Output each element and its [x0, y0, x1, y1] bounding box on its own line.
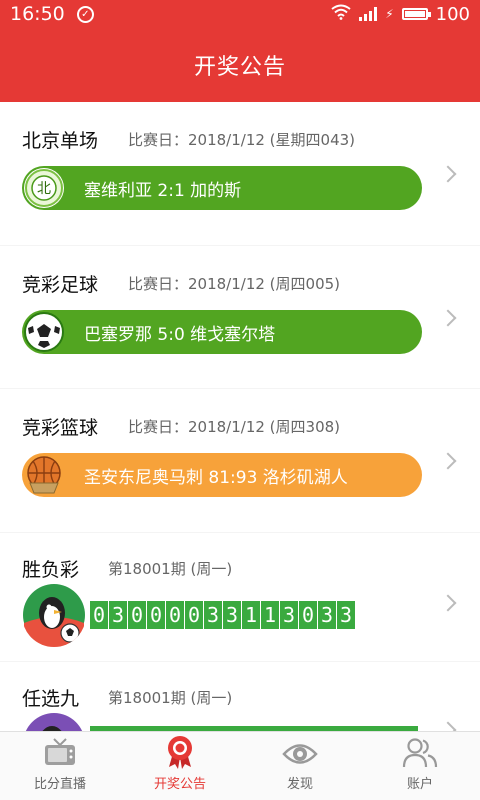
chevron-right-icon [439, 721, 457, 731]
tab-label: 开奖公告 [153, 777, 206, 792]
lottery-number-cell: 3 [109, 601, 127, 629]
badge-text: 北 [37, 181, 51, 197]
result-date: 比赛日：2018/1/12 (星期四043) [128, 131, 356, 149]
result-card-football[interactable]: 竞彩足球 比赛日：2018/1/12 (周四005) 巴塞罗那 5:0 维戈塞尔… [0, 246, 480, 388]
tab-label: 比分直播 [33, 777, 86, 792]
battery-fill [404, 11, 425, 17]
soccer-ball-icon [24, 312, 64, 352]
battery-percent: 100 [435, 3, 470, 25]
tab-account[interactable]: 账户 [360, 732, 480, 800]
lottery-number-cell: 0 [147, 601, 165, 629]
result-name: 竞彩足球 [22, 274, 99, 296]
result-list[interactable]: 北京单场 比赛日：2018/1/12 (星期四043) 北 塞维利亚 2:1 加… [0, 102, 480, 731]
chevron-right-icon [439, 309, 457, 327]
battery-icon [401, 8, 431, 20]
page-title: 开奖公告 [193, 55, 286, 80]
lottery-period: 第18001期 (周一) [108, 689, 233, 707]
lottery-number-cell: 1 [261, 601, 279, 629]
result-date: 比赛日：2018/1/12 (周四308) [128, 418, 341, 436]
match-result-pill: 圣安东尼奥马刺 81:93 洛杉矶湖人 [22, 453, 422, 497]
lottery-number-cell: 3 [223, 601, 241, 629]
lottery-card-renxuanjiu[interactable]: 任选九 第18001期 (周一) [0, 662, 480, 731]
match-result-pill: 巴塞罗那 5:0 维戈塞尔塔 [22, 310, 422, 354]
match-result-pill: 北 塞维利亚 2:1 加的斯 [22, 166, 422, 210]
chevron-right-icon [439, 452, 457, 470]
tv-icon [43, 737, 77, 769]
penguin-soccer-icon [22, 583, 86, 647]
lottery-number-cell: 0 [90, 601, 108, 629]
lottery-card-shengfucai[interactable]: 胜负彩 第18001期 (周一) 03000033113033 [0, 533, 480, 661]
beidan-badge-icon: 北 [24, 168, 64, 208]
tab-live-score[interactable]: 比分直播 [0, 732, 120, 800]
match-result-text: 圣安东尼奥马刺 81:93 洛杉矶湖人 [84, 467, 348, 488]
lottery-number-cell: 3 [318, 601, 336, 629]
lottery-number-cell: 1 [242, 601, 260, 629]
lottery-number-cell: 3 [280, 601, 298, 629]
tab-label: 发现 [286, 777, 313, 792]
lottery-period: 第18001期 (周一) [108, 560, 233, 578]
wifi-icon [331, 4, 351, 25]
page-header: 开奖公告 [0, 28, 480, 102]
chevron-right-icon [439, 165, 457, 183]
lottery-number-cell: 3 [337, 601, 355, 629]
lottery-number-cell: 0 [299, 601, 317, 629]
lottery-name: 胜负彩 [22, 559, 80, 581]
lottery-number-cell: 3 [204, 601, 222, 629]
tab-label: 账户 [406, 777, 433, 792]
result-date: 比赛日：2018/1/12 (周四005) [128, 275, 341, 293]
status-time: 16:50 [10, 3, 65, 25]
charging-icon: ⚡ [385, 7, 394, 21]
match-result-text: 塞维利亚 2:1 加的斯 [84, 180, 242, 201]
match-result-text: 巴塞罗那 5:0 维戈塞尔塔 [84, 324, 276, 345]
penguin-purple-icon [22, 712, 86, 731]
award-ribbon-icon [165, 735, 195, 769]
result-card-basketball[interactable]: 竞彩篮球 比赛日：2018/1/12 (周四308) 圣安东尼奥马刺 81:93… [0, 389, 480, 532]
users-icon [402, 737, 438, 769]
lottery-numbers: 03000033113033 [90, 601, 355, 629]
lottery-number-cell: 0 [166, 601, 184, 629]
result-name: 北京单场 [22, 130, 99, 152]
tab-discover[interactable]: 发现 [240, 732, 360, 800]
lottery-number-cell: 0 [128, 601, 146, 629]
tab-lottery-notice[interactable]: 开奖公告 [120, 732, 240, 800]
result-name: 竞彩篮球 [22, 417, 99, 439]
lottery-name: 任选九 [22, 688, 80, 710]
sync-check-icon: ✓ [76, 5, 94, 23]
eye-icon [282, 739, 318, 769]
basketball-icon [24, 455, 64, 495]
bottom-tab-bar: 比分直播 开奖公告 发现 账户 [0, 731, 480, 800]
result-card-beidan[interactable]: 北京单场 比赛日：2018/1/12 (星期四043) 北 塞维利亚 2:1 加… [0, 102, 480, 245]
chevron-right-icon [439, 594, 457, 612]
lottery-number-cell: 0 [185, 601, 203, 629]
signal-icon [359, 7, 378, 21]
status-bar: 16:50 ✓ ⚡ 100 [0, 0, 480, 28]
status-right: ⚡ 100 [331, 4, 470, 25]
